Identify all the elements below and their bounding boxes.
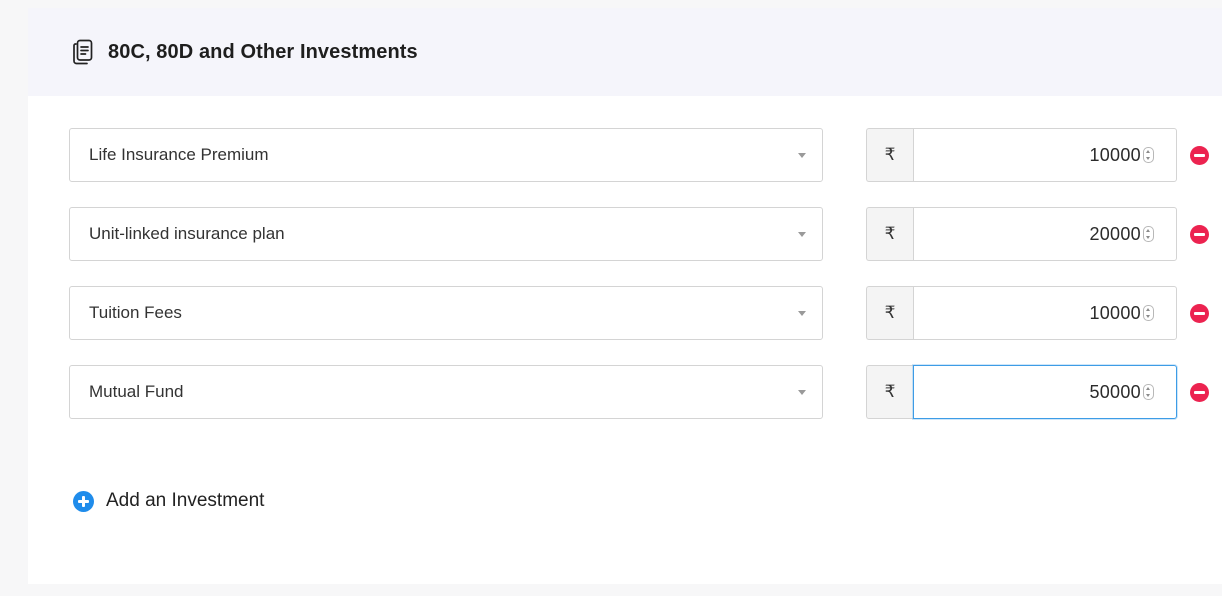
- section-title: 80C, 80D and Other Investments: [108, 40, 418, 63]
- remove-investment-button[interactable]: [1190, 304, 1209, 323]
- plus-circle-icon: [73, 490, 94, 512]
- investment-row: Unit-linked insurance plan ₹ 20000: [28, 207, 1222, 263]
- number-stepper-icon[interactable]: [1143, 384, 1154, 400]
- number-stepper-icon[interactable]: [1143, 305, 1154, 321]
- investment-type-select[interactable]: Life Insurance Premium: [69, 128, 823, 182]
- investment-type-select[interactable]: Unit-linked insurance plan: [69, 207, 823, 261]
- investment-type-select[interactable]: Tuition Fees: [69, 286, 823, 340]
- amount-input[interactable]: 10000: [913, 128, 1177, 182]
- amount-input[interactable]: 10000: [913, 286, 1177, 340]
- add-investment-button[interactable]: Add an Investment: [73, 490, 264, 512]
- investment-row: Mutual Fund ₹ 50000: [28, 365, 1222, 421]
- currency-addon: ₹: [866, 365, 913, 419]
- amount-input[interactable]: 50000: [913, 365, 1177, 419]
- currency-addon: ₹: [866, 207, 913, 261]
- investments-card: 80C, 80D and Other Investments Life Insu…: [28, 8, 1222, 584]
- investment-type-label: Life Insurance Premium: [89, 145, 269, 164]
- amount-value: 10000: [1089, 302, 1141, 323]
- chevron-down-icon: [798, 153, 806, 158]
- remove-investment-button[interactable]: [1190, 225, 1209, 244]
- amount-group: ₹ 50000: [866, 365, 1177, 419]
- chevron-down-icon: [798, 311, 806, 316]
- currency-addon: ₹: [866, 286, 913, 340]
- number-stepper-icon[interactable]: [1143, 147, 1154, 163]
- amount-value: 50000: [1089, 381, 1141, 402]
- chevron-down-icon: [798, 232, 806, 237]
- document-icon: [72, 39, 94, 65]
- amount-group: ₹ 20000: [866, 207, 1177, 261]
- number-stepper-icon[interactable]: [1143, 226, 1154, 242]
- amount-value: 10000: [1089, 144, 1141, 165]
- chevron-down-icon: [798, 390, 806, 395]
- amount-value: 20000: [1089, 223, 1141, 244]
- amount-group: ₹ 10000: [866, 128, 1177, 182]
- investment-type-label: Unit-linked insurance plan: [89, 224, 285, 243]
- add-investment-label: Add an Investment: [106, 490, 265, 511]
- remove-investment-button[interactable]: [1190, 383, 1209, 402]
- investment-row: Life Insurance Premium ₹ 10000: [28, 128, 1222, 184]
- amount-input[interactable]: 20000: [913, 207, 1177, 261]
- amount-group: ₹ 10000: [866, 286, 1177, 340]
- currency-addon: ₹: [866, 128, 913, 182]
- remove-investment-button[interactable]: [1190, 146, 1209, 165]
- investment-type-select[interactable]: Mutual Fund: [69, 365, 823, 419]
- investment-row: Tuition Fees ₹ 10000: [28, 286, 1222, 342]
- investment-type-label: Mutual Fund: [89, 382, 184, 401]
- investment-type-label: Tuition Fees: [89, 303, 182, 322]
- card-header: 80C, 80D and Other Investments: [28, 8, 1222, 96]
